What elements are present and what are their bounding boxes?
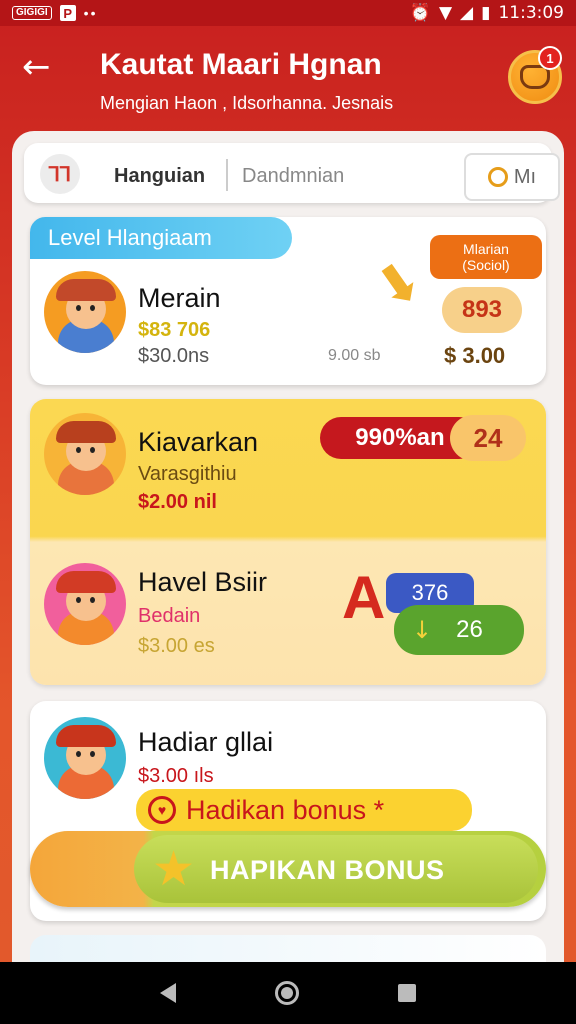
status-chip: GIGIGI bbox=[12, 6, 52, 20]
character-avatar bbox=[44, 413, 126, 495]
filter-bar: ⅂⅂ Hanguian Dandmnian Mı bbox=[24, 143, 560, 203]
list-item-card-2[interactable]: Kiavarkan Varasgithiu $2.00 nil 990%an 2… bbox=[30, 399, 546, 685]
arrow-down-icon: ↓ bbox=[412, 616, 433, 644]
character-avatar bbox=[44, 271, 126, 353]
level-tag: Level Hlangiaam bbox=[30, 217, 292, 259]
app-header: ← Kautat Maari Hgnan Mengian Haon , Idso… bbox=[0, 26, 576, 131]
list-item-card-1[interactable]: Level Hlangiaam Merain $83 706 $30.0ns 9… bbox=[30, 217, 546, 385]
tab-active[interactable]: Hanguian bbox=[114, 165, 205, 188]
filter-icon[interactable]: ⅂⅂ bbox=[40, 154, 80, 194]
notification-badge: 1 bbox=[538, 46, 562, 70]
battery-icon: ▮ bbox=[481, 3, 491, 23]
item-name: Havel Bsiir bbox=[138, 567, 268, 597]
green-value-label: 26 bbox=[456, 616, 483, 643]
item-subtitle: Varasgithiu bbox=[138, 463, 237, 485]
list-item-card-4[interactable]: Hadiar gllai $3.00 ıls ♥ Hadikan bonus *… bbox=[30, 701, 546, 921]
system-nav-bar bbox=[0, 962, 576, 1024]
green-value-pill[interactable]: ↓ 26 bbox=[394, 605, 524, 655]
nav-recents-icon[interactable] bbox=[398, 984, 417, 1002]
item-name: Merain bbox=[138, 283, 221, 313]
item-mid-value: 9.00 sb bbox=[328, 347, 381, 364]
count-pill: 24 bbox=[450, 415, 526, 461]
alarm-icon: ⏰ bbox=[409, 3, 431, 23]
nav-home-icon[interactable] bbox=[274, 981, 299, 1005]
wifi-icon: ▼ bbox=[438, 3, 453, 23]
status-bar: GIGIGI P •• ⏰ ▼ ◢ ▮ 11:3:09 bbox=[0, 0, 576, 26]
bonus-button-label: HAPIKAN BONUS bbox=[210, 855, 445, 885]
sociol-badge: Mlarian (Sociol) bbox=[430, 235, 542, 279]
tab-inactive[interactable]: Dandmnian bbox=[242, 165, 344, 188]
bonus-tag-label: Hadikan bonus * bbox=[186, 794, 385, 825]
page-title: Kautat Maari Hgnan bbox=[100, 48, 382, 81]
page-subtitle: Mengian Haon , Idsorhanna. Jesnais bbox=[100, 93, 394, 113]
item-price: $30.0ns bbox=[138, 345, 210, 367]
character-avatar bbox=[44, 563, 126, 645]
tab-divider bbox=[226, 159, 228, 191]
arrow-down-icon: ⬇ bbox=[362, 245, 436, 324]
coin-icon bbox=[487, 167, 508, 187]
bonus-tag: ♥ Hadikan bonus * bbox=[136, 789, 472, 831]
item-subtitle: Bedain bbox=[138, 605, 201, 627]
coin-button[interactable]: Mı bbox=[464, 153, 560, 201]
back-arrow-icon[interactable]: ← bbox=[22, 50, 58, 86]
nav-back-icon[interactable] bbox=[159, 983, 176, 1003]
coin-button-label: Mı bbox=[513, 165, 537, 188]
item-price: $3.00 es bbox=[138, 635, 215, 657]
right-price: $ 3.00 bbox=[444, 343, 506, 368]
heart-icon: ♥ bbox=[148, 796, 176, 824]
character-avatar bbox=[44, 717, 126, 799]
more-notifications-icon: •• bbox=[83, 5, 98, 21]
item-name: Kiavarkan bbox=[138, 427, 259, 457]
item-name: Hadiar gllai bbox=[138, 727, 274, 757]
letter-a-icon: A bbox=[342, 564, 386, 631]
item-price: $3.00 ıls bbox=[138, 765, 214, 787]
claim-bonus-button[interactable]: ★ HAPIKAN BONUS bbox=[30, 831, 546, 907]
value-badge: 893 bbox=[442, 287, 522, 333]
item-subtitle: $83 706 bbox=[138, 319, 211, 341]
signal-icon: ◢ bbox=[460, 3, 474, 23]
item-price: $2.00 nil bbox=[138, 491, 217, 513]
main-panel: ⅂⅂ Hanguian Dandmnian Mı Level Hlangiaam… bbox=[12, 131, 564, 995]
app-notification-icon: P bbox=[59, 5, 76, 21]
star-icon: ★ bbox=[152, 841, 196, 897]
status-time: 11:3:09 bbox=[498, 3, 564, 23]
